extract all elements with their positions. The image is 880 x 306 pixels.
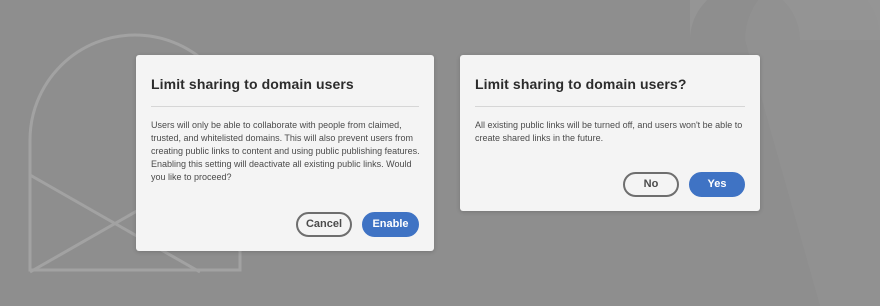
dialog-divider <box>475 106 745 107</box>
cancel-button[interactable]: Cancel <box>296 212 352 237</box>
dialog-divider <box>151 106 419 107</box>
enable-button[interactable]: Enable <box>362 212 419 237</box>
dialog-title: Limit sharing to domain users? <box>475 76 687 92</box>
yes-button[interactable]: Yes <box>689 172 745 197</box>
no-button[interactable]: No <box>623 172 679 197</box>
dialog-title: Limit sharing to domain users <box>151 76 354 92</box>
confirm-limit-sharing-dialog: Limit sharing to domain users? All exist… <box>460 55 760 211</box>
dialog-message: Users will only be able to collaborate w… <box>151 120 420 182</box>
dialog-message: All existing public links will be turned… <box>475 120 743 143</box>
limit-sharing-dialog: Limit sharing to domain users Users will… <box>136 55 434 251</box>
